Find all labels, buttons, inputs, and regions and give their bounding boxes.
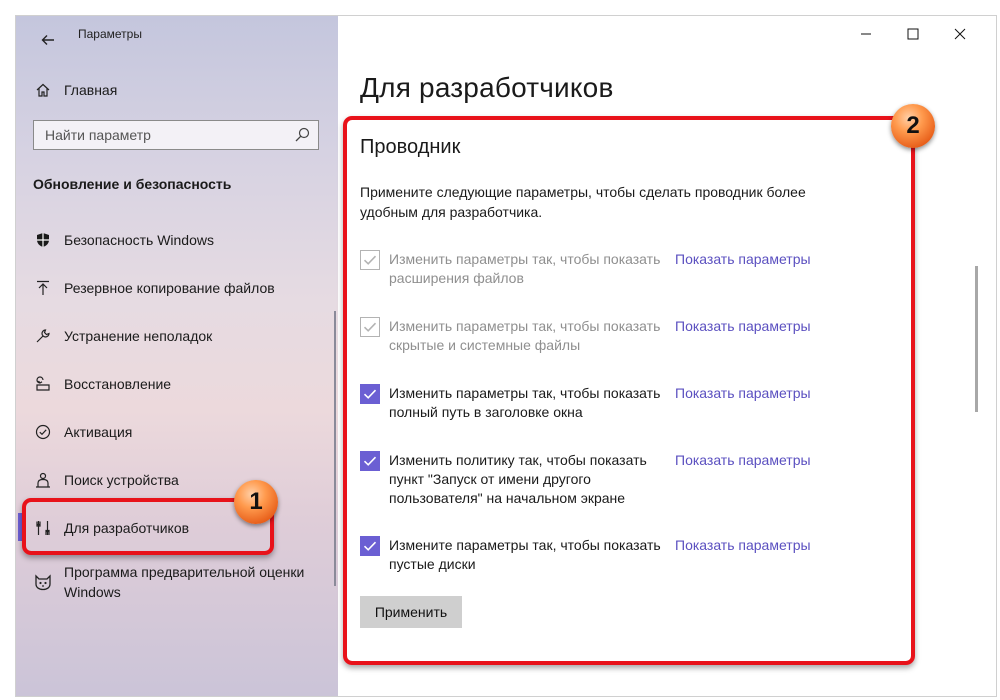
- close-button[interactable]: [940, 20, 980, 48]
- sidebar-item-backup[interactable]: Резервное копирование файлов: [16, 268, 338, 308]
- sidebar-item-label: Программа предварительной оценки Windows: [64, 564, 305, 600]
- search-icon: [294, 127, 310, 143]
- sidebar-item-insider-program[interactable]: Программа предварительной оценки Windows: [16, 556, 338, 608]
- search-input[interactable]: Найти параметр: [33, 120, 319, 150]
- page-title: Для разработчиков: [360, 72, 614, 103]
- sidebar-item-find-device[interactable]: Поиск устройства: [16, 460, 338, 500]
- annotation-badge-2: 2: [891, 104, 935, 148]
- app-title: Параметры: [78, 27, 142, 41]
- sidebar-item-troubleshoot[interactable]: Устранение неполадок: [16, 316, 338, 356]
- search-placeholder: Найти параметр: [45, 127, 151, 143]
- check-circle-icon: [34, 423, 52, 441]
- sidebar-item-label: Безопасность Windows: [64, 232, 214, 248]
- highlight-box-2: [343, 116, 915, 665]
- home-icon: [34, 81, 52, 99]
- sidebar-item-activation[interactable]: Активация: [16, 412, 338, 452]
- backup-arrow-icon: [34, 279, 52, 297]
- shield-icon: [34, 231, 52, 249]
- sidebar-item-label: Восстановление: [64, 376, 172, 392]
- close-icon: [954, 28, 966, 40]
- insider-cat-icon: [34, 573, 52, 591]
- sidebar-item-label: Главная: [64, 82, 118, 98]
- sidebar-item-label: Резервное копирование файлов: [64, 280, 275, 296]
- wrench-icon: [34, 327, 52, 345]
- recovery-icon: [34, 375, 52, 393]
- maximize-button[interactable]: [893, 20, 933, 48]
- back-arrow-icon: [41, 35, 54, 45]
- sidebar-item-label: Устранение неполадок: [64, 328, 213, 344]
- maximize-icon: [907, 28, 919, 40]
- annotation-badge-1: 1: [234, 480, 278, 524]
- sidebar-scrollbar[interactable]: [334, 311, 336, 586]
- sidebar: Параметры Главная Найти параметр Обновле…: [16, 16, 338, 696]
- minimize-button[interactable]: [846, 20, 886, 48]
- main-scrollbar[interactable]: [975, 266, 978, 412]
- sidebar-item-home[interactable]: Главная: [16, 70, 338, 110]
- back-button[interactable]: [34, 26, 62, 54]
- sidebar-item-recovery[interactable]: Восстановление: [16, 364, 338, 404]
- sidebar-item-label: Поиск устройства: [64, 472, 179, 488]
- person-pin-icon: [34, 471, 52, 489]
- section-header: Обновление и безопасность: [33, 176, 232, 192]
- sidebar-item-windows-security[interactable]: Безопасность Windows: [16, 220, 338, 260]
- settings-window: Параметры Главная Найти параметр Обновле…: [16, 16, 996, 696]
- sidebar-item-label: Активация: [64, 424, 133, 440]
- minimize-icon: [861, 33, 871, 35]
